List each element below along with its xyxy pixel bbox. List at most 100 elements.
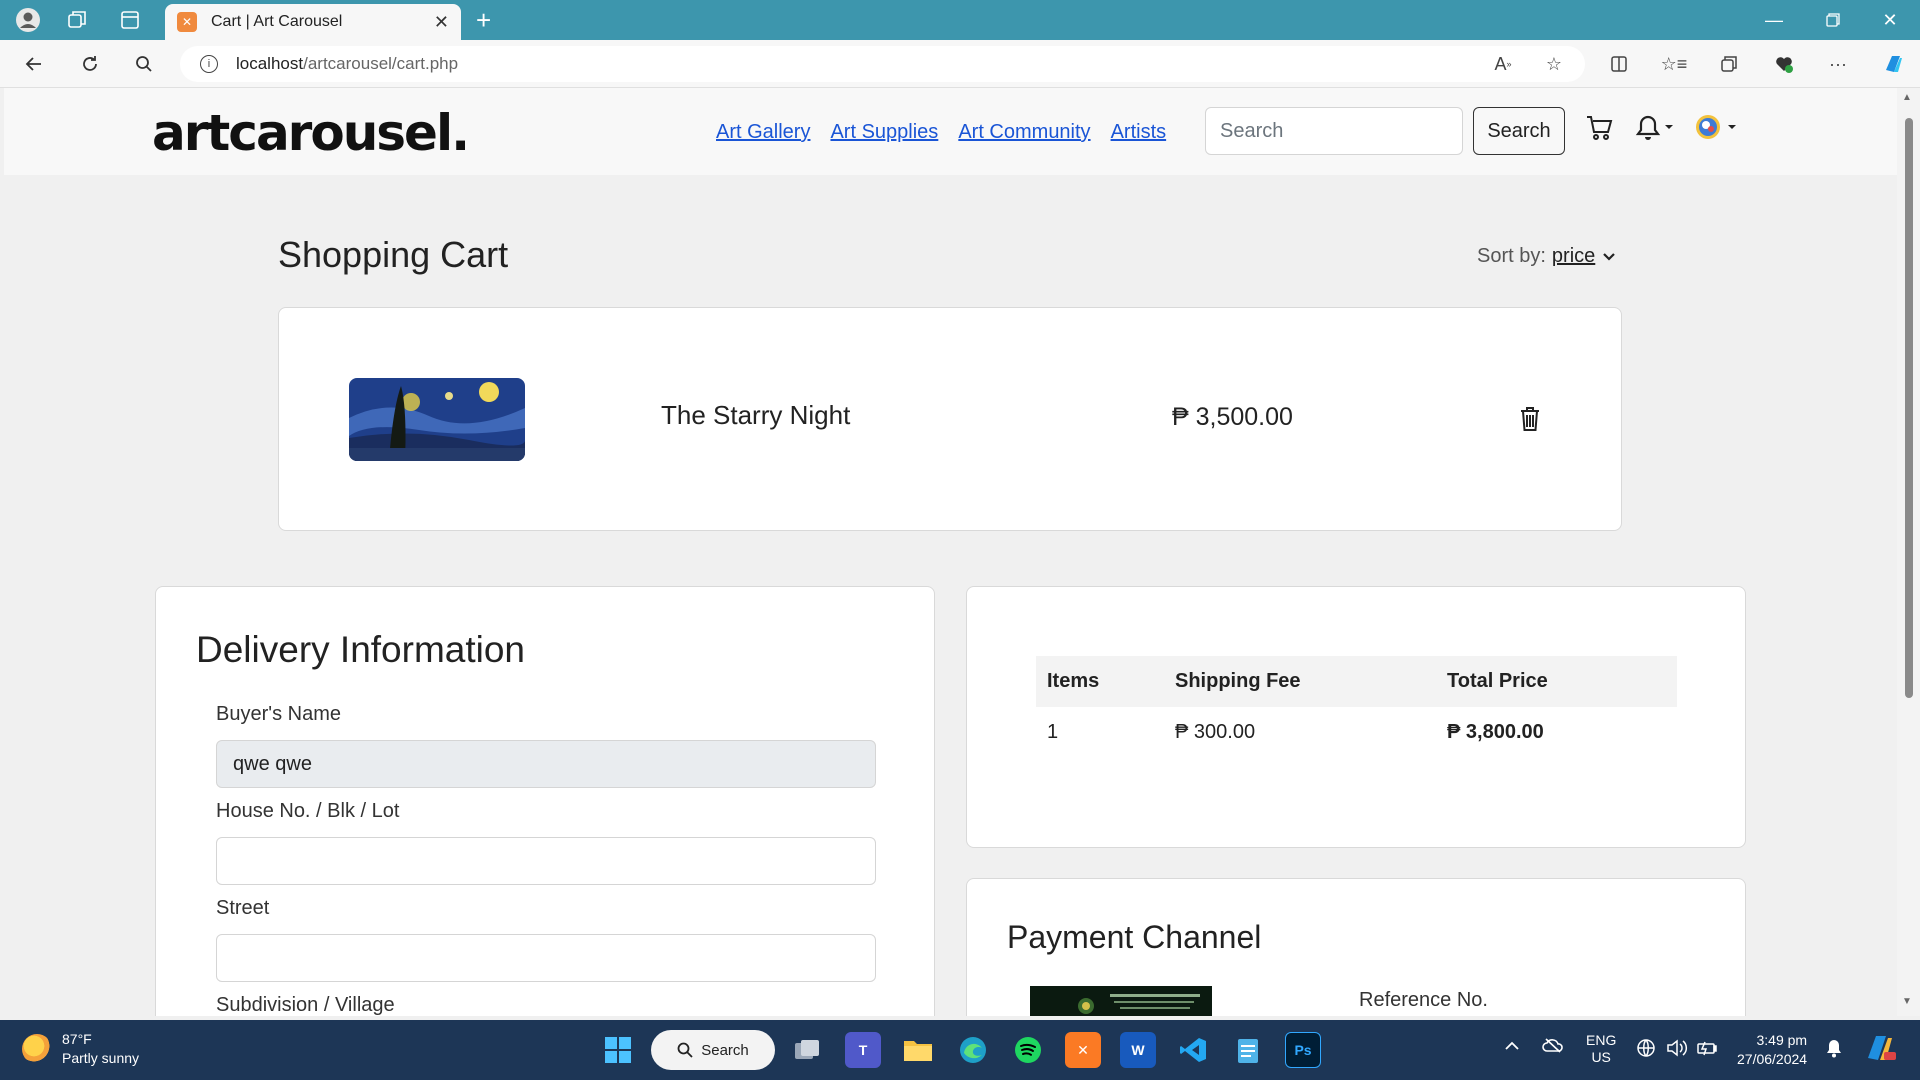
url-field[interactable]: i localhost/artcarousel/cart.php — [180, 46, 1585, 82]
scroll-down-icon[interactable]: ▼ — [1902, 996, 1912, 1007]
notification-icon[interactable] — [1825, 1038, 1843, 1061]
close-window-icon[interactable]: ✕ — [1862, 0, 1918, 40]
house-no-field[interactable] — [216, 837, 876, 885]
photoshop-icon[interactable]: Ps — [1285, 1032, 1321, 1068]
site-logo[interactable]: artcarousel. — [152, 104, 470, 162]
nav-art-gallery[interactable]: Art Gallery — [716, 121, 810, 144]
edge-icon[interactable] — [955, 1032, 991, 1068]
buyer-name-field[interactable]: qwe qwe — [216, 740, 876, 788]
taskbar-search[interactable]: Search — [651, 1030, 775, 1070]
language-indicator[interactable]: ENG US — [1586, 1032, 1616, 1066]
sort-label: Sort by: — [1477, 245, 1546, 267]
total-price: ₱ 3,800.00 — [1447, 721, 1544, 743]
shipping-fee: ₱ 300.00 — [1175, 721, 1256, 743]
nav-links: Art Gallery Art Supplies Art Community A… — [716, 121, 1166, 144]
street-field[interactable] — [216, 934, 876, 982]
sort-value[interactable]: price — [1552, 245, 1595, 268]
scroll-up-icon[interactable]: ▲ — [1902, 92, 1912, 103]
cart-item: The Starry Night ₱ 3,500.00 — [278, 307, 1622, 531]
order-summary-table: Items Shipping Fee Total Price 1 ₱ 300.0… — [1036, 656, 1677, 758]
vscode-icon[interactable] — [1175, 1032, 1211, 1068]
taskbar-search-label: Search — [701, 1041, 749, 1059]
artwork-thumbnail[interactable] — [349, 378, 525, 461]
volume-icon[interactable] — [1666, 1038, 1688, 1061]
battery-icon[interactable] — [1696, 1038, 1718, 1061]
scrollbar-thumb[interactable] — [1905, 118, 1913, 698]
profile-icon[interactable] — [14, 6, 42, 34]
browser-tab-bar: ✕ Cart | Art Carousel ✕ + — ✕ — [0, 0, 1920, 40]
copilot-taskbar-icon[interactable] — [1864, 1032, 1898, 1067]
start-icon[interactable] — [600, 1032, 636, 1068]
windows-taskbar: 87°F Partly sunny Search T ✕ W Ps ENG US — [0, 1020, 1920, 1080]
teams-icon[interactable]: T — [845, 1032, 881, 1068]
favorites-icon[interactable]: ☆≡ — [1658, 48, 1690, 80]
chevron-down-icon[interactable] — [1601, 249, 1617, 265]
reference-no-label: Reference No. — [1359, 989, 1488, 1011]
xampp-favicon-icon: ✕ — [177, 12, 197, 32]
notification-bell-icon[interactable] — [1633, 108, 1677, 148]
page-scrollbar[interactable]: ▲ ▼ — [1897, 88, 1920, 1016]
clock-date: 27/06/2024 — [1737, 1051, 1808, 1067]
house-no-label: House No. / Blk / Lot — [216, 800, 400, 822]
tray-chevron-up-icon[interactable] — [1504, 1038, 1520, 1054]
street-label: Street — [216, 897, 270, 919]
weather-condition: Partly sunny — [62, 1050, 140, 1066]
site-search-button[interactable]: Search — [1473, 107, 1565, 155]
delivery-information-card: Delivery Information Buyer's Name qwe qw… — [155, 586, 935, 1016]
payment-banner-image — [1030, 986, 1212, 1016]
temperature: 87°F — [62, 1031, 92, 1047]
trash-icon[interactable] — [1519, 406, 1541, 437]
active-tab[interactable]: ✕ Cart | Art Carousel ✕ — [165, 4, 461, 40]
nav-artists[interactable]: Artists — [1111, 121, 1167, 144]
workspaces-icon[interactable] — [63, 6, 91, 34]
search-page-icon[interactable] — [128, 48, 160, 80]
split-screen-icon[interactable] — [1603, 48, 1635, 80]
collections-icon[interactable] — [1713, 48, 1745, 80]
site-navbar: artcarousel. Art Gallery Art Supplies Ar… — [4, 88, 1897, 175]
browser-essentials-icon[interactable] — [1768, 48, 1800, 80]
address-bar-row: i localhost/artcarousel/cart.php A» ☆ ☆≡… — [0, 40, 1920, 88]
search-icon — [677, 1042, 693, 1058]
copilot-icon[interactable] — [1878, 48, 1910, 80]
site-info-icon[interactable]: i — [200, 55, 218, 73]
subdivision-label: Subdivision / Village — [216, 994, 395, 1016]
user-avatar-icon[interactable] — [1694, 108, 1744, 148]
page-title: Shopping Cart — [278, 234, 509, 275]
item-name: The Starry Night — [661, 400, 851, 430]
url-host: localhost — [236, 54, 304, 73]
tab-actions-icon[interactable] — [116, 6, 144, 34]
minimize-icon[interactable]: — — [1746, 0, 1802, 40]
item-price: ₱ 3,500.00 — [1172, 403, 1293, 431]
clock[interactable]: 3:49 pm 27/06/2024 — [1737, 1031, 1807, 1069]
restore-icon[interactable] — [1805, 0, 1861, 40]
url-path: /artcarousel/cart.php — [303, 54, 459, 73]
weather-widget[interactable]: 87°F Partly sunny — [22, 1030, 139, 1068]
refresh-icon[interactable] — [74, 48, 106, 80]
back-icon[interactable] — [18, 48, 50, 80]
order-summary-card: Items Shipping Fee Total Price 1 ₱ 300.0… — [966, 586, 1746, 848]
cart-icon[interactable] — [1585, 108, 1615, 148]
onedrive-icon[interactable] — [1542, 1037, 1564, 1056]
nav-art-supplies[interactable]: Art Supplies — [830, 121, 938, 144]
region-code: US — [1591, 1049, 1611, 1065]
read-aloud-icon[interactable]: A» — [1487, 48, 1519, 80]
clock-time: 3:49 pm — [1756, 1032, 1808, 1048]
xampp-icon[interactable]: ✕ — [1065, 1032, 1101, 1068]
notepad-icon[interactable] — [1230, 1032, 1266, 1068]
more-options-icon[interactable]: ··· — [1822, 48, 1854, 80]
new-tab-icon[interactable]: + — [476, 6, 491, 34]
sort-control[interactable]: Sort by: price — [1477, 245, 1617, 268]
table-header: Items Shipping Fee Total Price — [1036, 656, 1677, 707]
task-view-icon[interactable] — [789, 1032, 825, 1068]
header-shipping-fee: Shipping Fee — [1175, 670, 1301, 692]
nav-art-community[interactable]: Art Community — [958, 121, 1090, 144]
network-icon[interactable] — [1636, 1038, 1656, 1061]
file-explorer-icon[interactable] — [900, 1032, 936, 1068]
site-search-input[interactable] — [1205, 107, 1463, 155]
payment-channel-card: Payment Channel Reference No. — [966, 878, 1746, 1016]
word-icon[interactable]: W — [1120, 1032, 1156, 1068]
spotify-icon[interactable] — [1010, 1032, 1046, 1068]
favorite-star-icon[interactable]: ☆ — [1538, 48, 1570, 80]
items-count: 1 — [1047, 721, 1059, 743]
close-tab-icon[interactable]: ✕ — [434, 12, 449, 33]
